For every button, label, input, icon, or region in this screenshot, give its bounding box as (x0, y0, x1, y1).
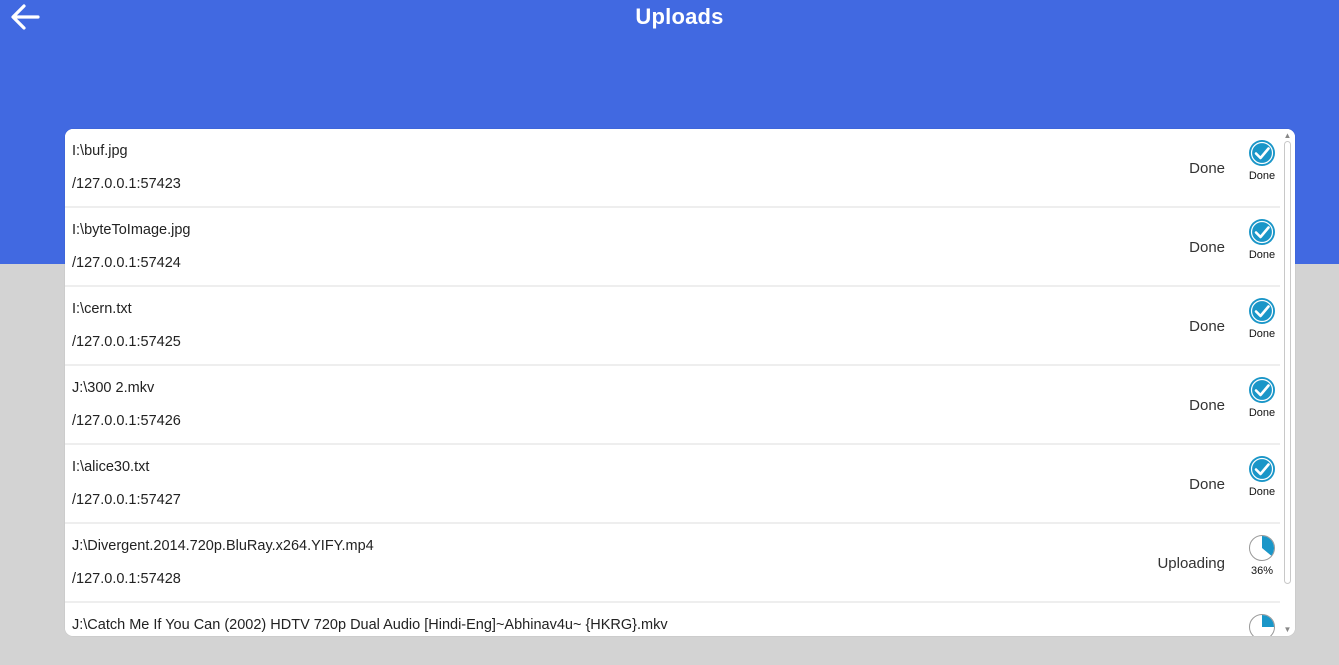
upload-row[interactable]: I:\byteToImage.jpg/127.0.0.1:57424 Done Do… (65, 208, 1280, 287)
upload-status: Done (1189, 160, 1225, 177)
upload-address: /127.0.0.1:57427 (72, 492, 181, 508)
upload-file-path: I:\cern.txt (72, 301, 132, 317)
check-circle-icon (1249, 219, 1275, 245)
check-circle-icon (1249, 140, 1275, 166)
upload-row[interactable]: J:\Catch Me If You Can (2002) HDTV 720p … (65, 603, 1280, 636)
upload-indicator: Done (1244, 455, 1280, 498)
upload-indicator-label: Done (1248, 407, 1276, 419)
upload-file-path: I:\alice30.txt (72, 459, 150, 475)
upload-indicator: Done (1244, 139, 1280, 182)
upload-address: /127.0.0.1:57428 (72, 571, 181, 587)
upload-file-path: J:\Catch Me If You Can (2002) HDTV 720p … (72, 617, 668, 633)
upload-address: /127.0.0.1:57425 (72, 334, 181, 350)
upload-file-path: J:\300 2.mkv (72, 380, 155, 396)
upload-indicator: Done (1244, 218, 1280, 261)
upload-row[interactable]: I:\buf.jpg/127.0.0.1:57423 Done Done (65, 129, 1280, 208)
scroll-up-arrow[interactable]: ▲ (1283, 131, 1292, 140)
scrollbar[interactable]: ▲ ▼ (1280, 129, 1295, 636)
progress-pie-icon (1249, 535, 1275, 561)
scroll-thumb[interactable] (1284, 141, 1291, 584)
upload-row[interactable]: I:\alice30.txt/127.0.0.1:57427 Done Done (65, 445, 1280, 524)
upload-indicator (1244, 613, 1280, 636)
upload-status: Done (1189, 239, 1225, 256)
upload-indicator: Done (1244, 376, 1280, 419)
upload-address: /127.0.0.1:57426 (72, 413, 181, 429)
upload-status: Done (1189, 318, 1225, 335)
upload-indicator-label: 36% (1250, 565, 1274, 577)
upload-file-path: J:\Divergent.2014.720p.BluRay.x264.YIFY.… (72, 538, 374, 554)
progress-pie-icon (1249, 614, 1275, 636)
upload-indicator-label: Done (1248, 170, 1276, 182)
upload-row[interactable]: I:\cern.txt/127.0.0.1:57425 Done Done (65, 287, 1280, 366)
upload-list: I:\buf.jpg/127.0.0.1:57423 Done Done I:\byt… (65, 129, 1280, 636)
page-title: Uploads (635, 4, 724, 29)
uploads-card: I:\buf.jpg/127.0.0.1:57423 Done Done I:\byt… (65, 129, 1295, 636)
upload-file-path: I:\buf.jpg (72, 143, 128, 159)
upload-indicator-label: Done (1248, 486, 1276, 498)
upload-status: Uploading (1157, 555, 1225, 572)
upload-indicator-label: Done (1248, 328, 1276, 340)
check-circle-icon (1249, 298, 1275, 324)
check-circle-icon (1249, 377, 1275, 403)
upload-indicator: Done (1244, 297, 1280, 340)
upload-status: Done (1189, 476, 1225, 493)
upload-address: /127.0.0.1:57424 (72, 255, 181, 271)
upload-address: /127.0.0.1:57423 (72, 176, 181, 192)
upload-indicator: 36% (1244, 534, 1280, 577)
check-circle-icon (1249, 456, 1275, 482)
upload-row[interactable]: J:\300 2.mkv/127.0.0.1:57426 Done Done (65, 366, 1280, 445)
upload-row[interactable]: J:\Divergent.2014.720p.BluRay.x264.YIFY.… (65, 524, 1280, 603)
upload-file-path: I:\byteToImage.jpg (72, 222, 191, 238)
upload-status: Done (1189, 397, 1225, 414)
upload-indicator-label: Done (1248, 249, 1276, 261)
scroll-down-arrow[interactable]: ▼ (1283, 625, 1292, 634)
